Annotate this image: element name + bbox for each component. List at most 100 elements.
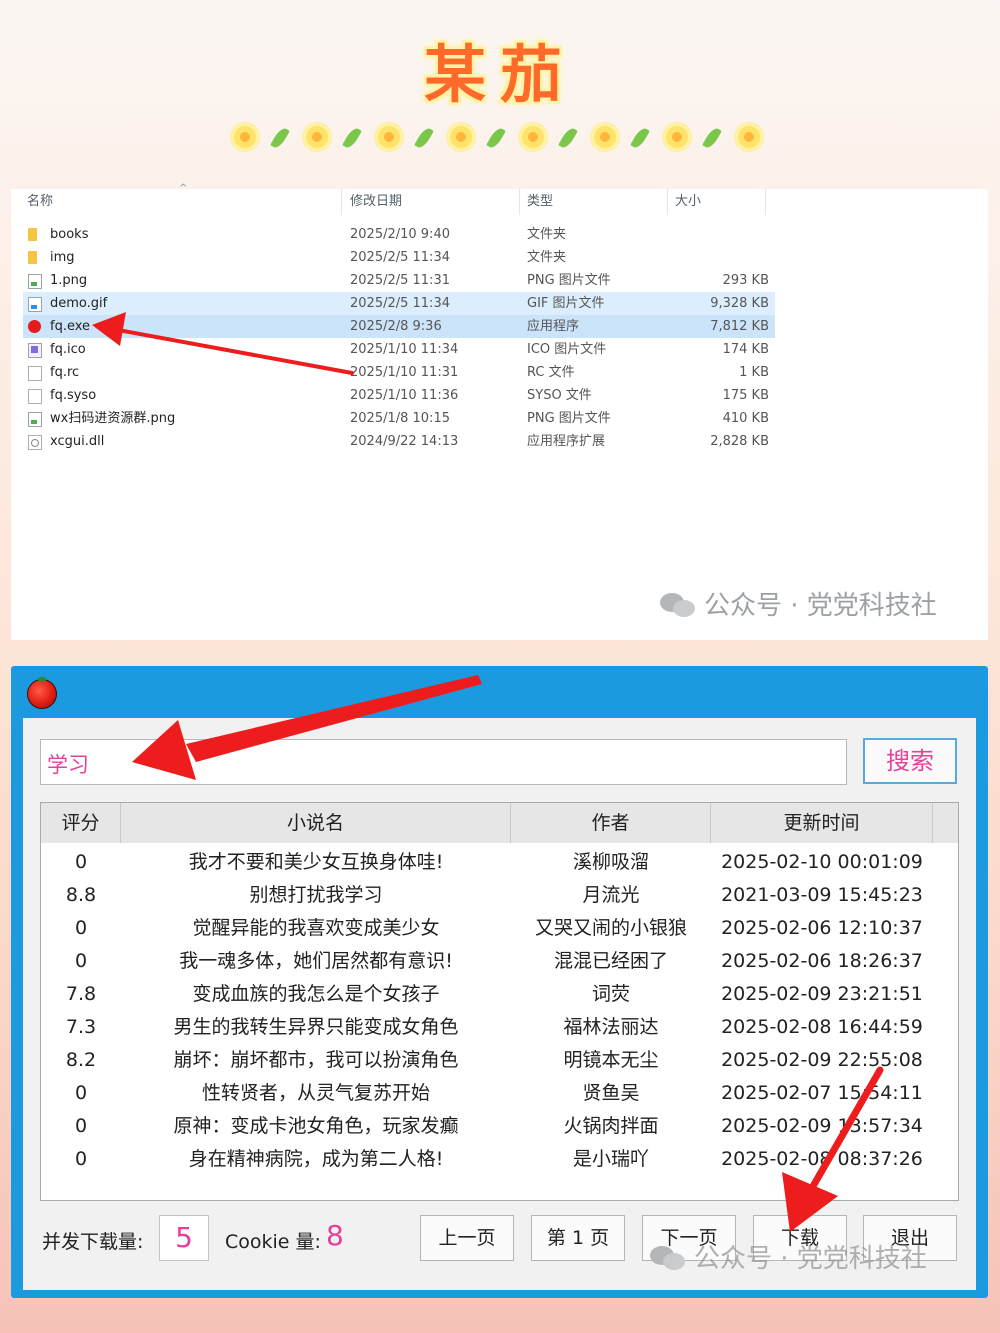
watermark: 公众号 · 党党科技社: [650, 1238, 927, 1275]
dll-file-icon: [28, 435, 42, 450]
file-size: 2,828 KB: [710, 434, 769, 449]
file-name: xcgui.dll: [50, 434, 105, 449]
file-name: books: [50, 227, 89, 242]
updated-time-cell: 2025-02-07 15:54:11: [721, 1082, 923, 1104]
column-header-updated[interactable]: 更新时间: [711, 803, 933, 843]
table-row[interactable]: 7.8 变成血族的我怎么是个女孩子 词荧 2025-02-09 23:21:51: [41, 978, 958, 1011]
concurrency-input[interactable]: 5: [159, 1215, 209, 1261]
file-row[interactable]: fq.rc 2025/1/10 11:31 RC 文件 1 KB: [23, 361, 775, 384]
column-divider[interactable]: [341, 189, 342, 215]
file-name: 1.png: [50, 273, 88, 288]
watermark: 公众号 · 党党科技社: [660, 585, 937, 622]
column-header-name[interactable]: 小说名: [121, 803, 511, 843]
updated-time-cell: 2025-02-06 18:26:37: [721, 950, 923, 972]
tomato-app-icon: [27, 677, 57, 709]
score-cell: 8.8: [65, 884, 97, 906]
file-row[interactable]: demo.gif 2025/2/5 11:34 GIF 图片文件 9,328 K…: [23, 292, 775, 315]
leaf-icon: [630, 125, 650, 151]
file-date: 2025/1/8 10:15: [350, 411, 450, 426]
score-cell: 0: [74, 1082, 88, 1104]
column-divider[interactable]: [519, 189, 520, 215]
file-date: 2025/2/8 9:36: [350, 319, 442, 334]
file-row-selected[interactable]: fq.exe 2025/2/8 9:36 应用程序 7,812 KB: [23, 315, 775, 338]
flower-icon: [734, 122, 764, 152]
column-header-modified[interactable]: 修改日期: [350, 189, 402, 215]
image-file-icon: [28, 274, 42, 289]
file-size: 9,328 KB: [710, 296, 769, 311]
column-header-score[interactable]: 评分: [41, 803, 121, 843]
search-input[interactable]: 学习: [40, 739, 847, 785]
file-date: 2025/2/10 9:40: [350, 227, 450, 242]
image-file-icon: [28, 412, 42, 427]
score-cell: 7.3: [65, 1016, 97, 1038]
leaf-icon: [270, 125, 290, 151]
file-size: 410 KB: [722, 411, 769, 426]
file-size: 293 KB: [722, 273, 769, 288]
file-row[interactable]: books 2025/2/10 9:40 文件夹: [23, 223, 775, 246]
file-type: 文件夹: [527, 250, 567, 265]
prev-page-button[interactable]: 上一页: [420, 1215, 514, 1261]
file-date: 2024/9/22 14:13: [350, 434, 459, 449]
flower-leaf-decoration: [228, 120, 773, 156]
table-row[interactable]: 0 觉醒异能的我喜欢变成美少女 又哭又闹的小银狼 2025-02-06 12:1…: [41, 912, 958, 945]
file-date: 2025/1/10 11:31: [350, 365, 459, 380]
table-row[interactable]: 0 性转贤者，从灵气复苏开始 贤鱼吴 2025-02-07 15:54:11: [41, 1077, 958, 1110]
column-header-name[interactable]: 名称: [27, 189, 53, 215]
table-row[interactable]: 8.2 崩坏：崩坏都市，我可以扮演角色 明镜本无尘 2025-02-09 22:…: [41, 1044, 958, 1077]
file-row[interactable]: fq.ico 2025/1/10 11:34 ICO 图片文件 174 KB: [23, 338, 775, 361]
updated-time-cell: 2025-02-08 16:44:59: [721, 1016, 923, 1038]
table-row[interactable]: 0 我才不要和美少女互换身体哇! 溪柳吸溜 2025-02-10 00:01:0…: [41, 846, 958, 879]
wechat-icon: [660, 593, 696, 617]
novel-name-cell: 我一魂多体，她们居然都有意识!: [179, 950, 453, 972]
flower-icon: [446, 122, 476, 152]
folder-icon: [28, 228, 37, 241]
table-row[interactable]: 0 身在精神病院，成为第二人格! 是小瑞吖 2025-02-08 08:37:2…: [41, 1143, 958, 1176]
cookie-count: 8: [326, 1219, 344, 1252]
author-cell: 贤鱼吴: [582, 1082, 640, 1104]
file-row[interactable]: fq.syso 2025/1/10 11:36 SYSO 文件 175 KB: [23, 384, 775, 407]
flower-icon: [590, 122, 620, 152]
file-date: 2025/1/10 11:36: [350, 388, 459, 403]
file-size: 175 KB: [722, 388, 769, 403]
file-row[interactable]: xcgui.dll 2024/9/22 14:13 应用程序扩展 2,828 K…: [23, 430, 775, 453]
updated-time-cell: 2021-03-09 15:45:23: [721, 884, 923, 906]
file-type: SYSO 文件: [527, 388, 592, 403]
file-row[interactable]: img 2025/2/5 11:34 文件夹: [23, 246, 775, 269]
file-date: 2025/2/5 11:31: [350, 273, 450, 288]
app-client-area: 学习 搜索 评分 小说名 作者 更新时间 0 我才不要和美少女互换身体哇! 溪柳…: [23, 718, 976, 1290]
file-name: fq.rc: [50, 365, 80, 380]
column-divider[interactable]: [667, 189, 668, 215]
table-row[interactable]: 0 我一魂多体，她们居然都有意识! 混混已经困了 2025-02-06 18:2…: [41, 945, 958, 978]
novel-name-cell: 我才不要和美少女互换身体哇!: [188, 851, 444, 873]
table-row[interactable]: 8.8 别想打扰我学习 月流光 2021-03-09 15:45:23: [41, 879, 958, 912]
file-explorer-panel: 名称 ^ 修改日期 类型 大小 books 2025/2/10 9:40 文件夹…: [11, 183, 988, 640]
search-button[interactable]: 搜索: [863, 738, 957, 784]
updated-time-cell: 2025-02-06 12:10:37: [721, 917, 923, 939]
app-window: 学习 搜索 评分 小说名 作者 更新时间 0 我才不要和美少女互换身体哇! 溪柳…: [11, 666, 988, 1298]
column-header-size[interactable]: 大小: [675, 189, 701, 215]
file-size: 1 KB: [739, 365, 769, 380]
column-header-author[interactable]: 作者: [511, 803, 711, 843]
novel-name-cell: 身在精神病院，成为第二人格!: [188, 1148, 444, 1170]
watermark-text: 公众号 · 党党科技社: [694, 1244, 927, 1274]
column-divider[interactable]: [765, 189, 766, 215]
file-name: fq.exe: [50, 319, 91, 334]
score-cell: 0: [74, 1148, 88, 1170]
table-row[interactable]: 0 原神：变成卡池女角色，玩家发癫 火锅肉拌面 2025-02-09 13:57…: [41, 1110, 958, 1143]
novel-name-cell: 觉醒异能的我喜欢变成美少女: [192, 917, 440, 939]
file-type: PNG 图片文件: [527, 273, 611, 288]
file-row[interactable]: wx扫码进资源群.png 2025/1/8 10:15 PNG 图片文件 410…: [23, 407, 775, 430]
table-row[interactable]: 7.3 男生的我转生异界只能变成女角色 福林法丽达 2025-02-08 16:…: [41, 1011, 958, 1044]
file-name: fq.syso: [50, 388, 97, 403]
gif-file-icon: [28, 297, 42, 312]
author-cell: 福林法丽达: [563, 1016, 659, 1038]
file-type: 文件夹: [527, 227, 567, 242]
author-cell: 溪柳吸溜: [572, 851, 649, 873]
novel-name-cell: 崩坏：崩坏都市，我可以扮演角色: [173, 1049, 459, 1071]
leaf-icon: [414, 125, 434, 151]
wechat-icon: [650, 1246, 686, 1270]
file-row[interactable]: 1.png 2025/2/5 11:31 PNG 图片文件 293 KB: [23, 269, 775, 292]
column-header-type[interactable]: 类型: [527, 189, 553, 215]
page-indicator-button[interactable]: 第 1 页: [531, 1215, 625, 1261]
updated-time-cell: 2025-02-10 00:01:09: [721, 851, 923, 873]
